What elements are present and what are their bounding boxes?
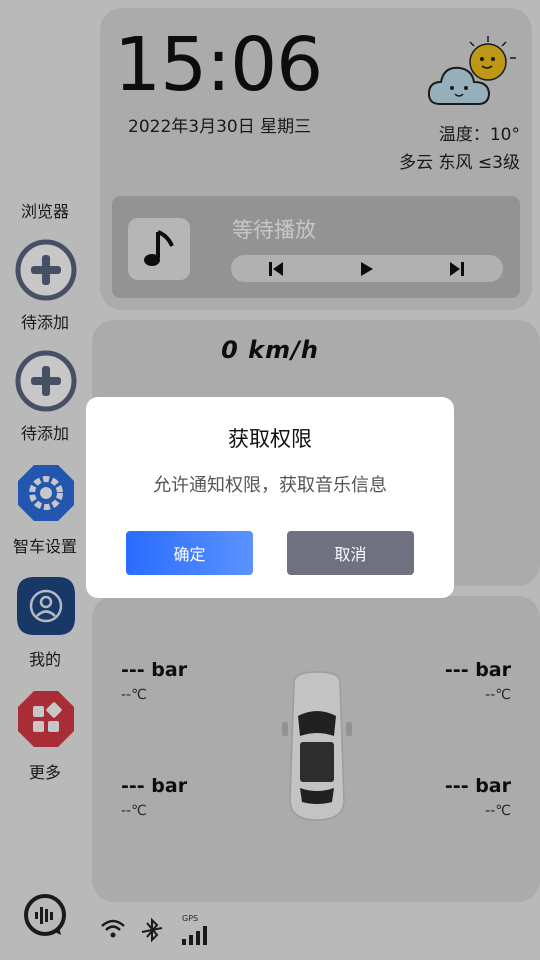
cancel-button[interactable]: 取消 [287,531,414,575]
permission-dialog: 获取权限 允许通知权限，获取音乐信息 确定 取消 [86,397,454,598]
confirm-button[interactable]: 确定 [126,531,253,575]
dialog-message: 允许通知权限，获取音乐信息 [153,475,387,496]
dialog-title: 获取权限 [228,427,312,451]
